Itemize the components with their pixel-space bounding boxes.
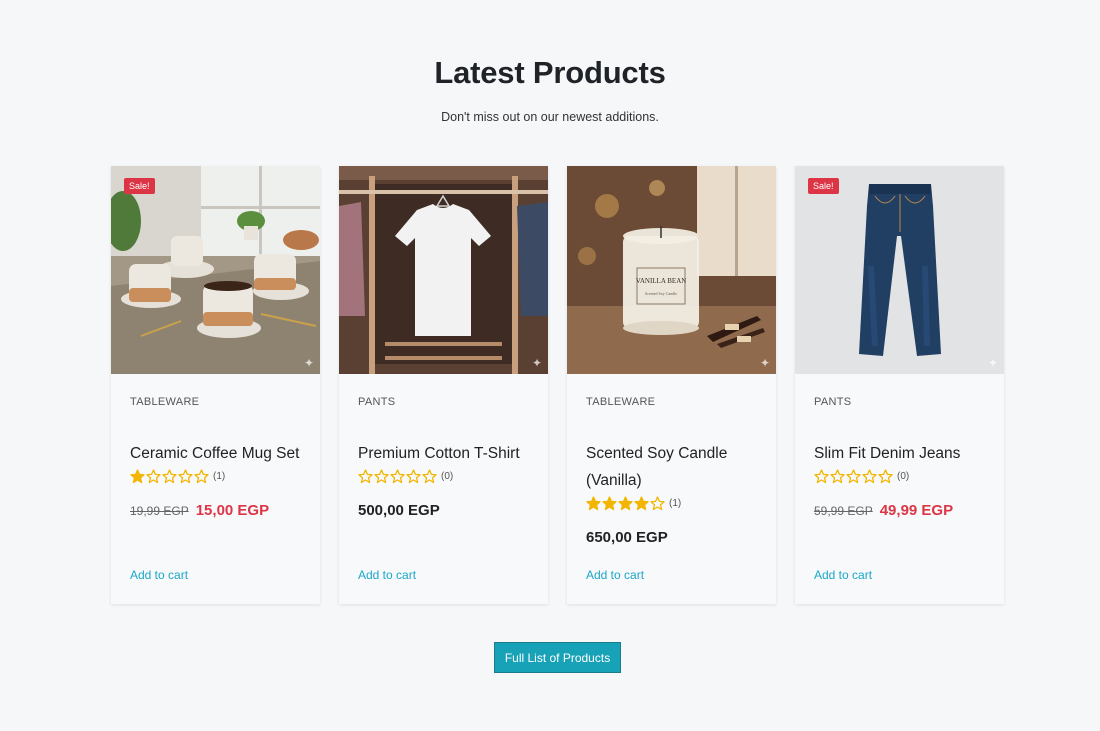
star-filled-icon — [618, 495, 633, 510]
star-filled-icon — [634, 495, 649, 510]
sparkle-icon: ✦ — [531, 356, 542, 370]
star-filled-icon — [586, 495, 601, 510]
star-rating — [814, 468, 893, 484]
star-empty-icon — [422, 468, 437, 483]
product-image-jeans[interactable]: Sale! ✦ — [795, 166, 1004, 374]
product-name[interactable]: Slim Fit Denim Jeans — [814, 440, 985, 467]
product-category[interactable]: TABLEWARE — [130, 396, 301, 408]
regular-price: 650,00 EGP — [586, 529, 668, 546]
review-count: (1) — [213, 470, 226, 482]
star-empty-icon — [178, 468, 193, 483]
old-price: 59,99 EGP — [814, 504, 873, 518]
product-card: ✦ PANTS Premium Cotton T-Shirt (0) 500,0… — [339, 166, 548, 604]
latest-products-section: Latest Products Don't miss out on our ne… — [0, 0, 1100, 731]
product-card: Sale! ✦ PANTS Slim Fit Denim Jeans (0) 5… — [795, 166, 1004, 604]
sale-badge: Sale! — [808, 178, 839, 194]
product-price: 59,99 EGP 49,99 EGP — [814, 502, 985, 519]
full-list-button[interactable]: Full List of Products — [494, 642, 621, 673]
add-to-cart-link[interactable]: Add to cart — [814, 568, 872, 582]
star-rating — [586, 495, 665, 511]
review-count: (0) — [897, 470, 910, 482]
add-to-cart-link[interactable]: Add to cart — [586, 568, 644, 582]
add-to-cart-link[interactable]: Add to cart — [358, 568, 416, 582]
product-price: 19,99 EGP 15,00 EGP — [130, 502, 301, 519]
product-rating: (0) — [814, 468, 985, 484]
add-to-cart-link[interactable]: Add to cart — [130, 568, 188, 582]
star-rating — [358, 468, 437, 484]
candle-label-text: VANILLA BEAN — [636, 277, 687, 285]
product-grid: Sale! ✦ TABLEWARE Ceramic Coffee Mug Set… — [111, 166, 1004, 604]
product-category[interactable]: PANTS — [358, 396, 529, 408]
star-empty-icon — [878, 468, 893, 483]
star-empty-icon — [146, 468, 161, 483]
star-empty-icon — [846, 468, 861, 483]
section-title: Latest Products — [434, 55, 666, 90]
star-empty-icon — [406, 468, 421, 483]
star-filled-icon — [602, 495, 617, 510]
star-empty-icon — [194, 468, 209, 483]
star-rating — [130, 468, 209, 484]
sparkle-icon: ✦ — [987, 356, 998, 370]
product-price: 650,00 EGP — [586, 529, 757, 546]
star-empty-icon — [814, 468, 829, 483]
sale-price: 15,00 EGP — [195, 502, 270, 519]
review-count: (1) — [669, 497, 682, 509]
star-filled-icon — [130, 468, 145, 483]
product-name[interactable]: Scented Soy Candle (Vanilla) — [586, 440, 757, 494]
regular-price: 500,00 EGP — [358, 502, 440, 519]
star-empty-icon — [830, 468, 845, 483]
old-price: 19,99 EGP — [130, 504, 189, 518]
sale-badge: Sale! — [124, 178, 155, 194]
star-empty-icon — [162, 468, 177, 483]
product-name[interactable]: Ceramic Coffee Mug Set — [130, 440, 301, 467]
product-rating: (0) — [358, 468, 529, 484]
star-empty-icon — [374, 468, 389, 483]
product-category[interactable]: TABLEWARE — [586, 396, 757, 408]
product-price: 500,00 EGP — [358, 502, 529, 519]
sparkle-icon: ✦ — [759, 356, 770, 370]
product-rating: (1) — [130, 468, 301, 484]
sparkle-icon: ✦ — [303, 356, 314, 370]
sale-price: 49,99 EGP — [879, 502, 954, 519]
star-empty-icon — [862, 468, 877, 483]
product-rating: (1) — [586, 495, 757, 511]
candle-label-subtext: Scented Soy Candle — [645, 291, 677, 296]
star-empty-icon — [358, 468, 373, 483]
star-empty-icon — [390, 468, 405, 483]
product-name[interactable]: Premium Cotton T-Shirt — [358, 440, 529, 467]
star-empty-icon — [650, 495, 665, 510]
product-image-t-shirt[interactable]: ✦ — [339, 166, 548, 374]
section-subtitle: Don't miss out on our newest additions. — [441, 110, 659, 124]
review-count: (0) — [441, 470, 454, 482]
product-image-coffee-mugs[interactable]: Sale! ✦ — [111, 166, 320, 374]
product-card: Sale! ✦ TABLEWARE Ceramic Coffee Mug Set… — [111, 166, 320, 604]
product-image-candle[interactable]: VANILLA BEAN Scented Soy Candle ✦ — [567, 166, 776, 374]
product-category[interactable]: PANTS — [814, 396, 985, 408]
product-card: VANILLA BEAN Scented Soy Candle ✦ TABLEW… — [567, 166, 776, 604]
